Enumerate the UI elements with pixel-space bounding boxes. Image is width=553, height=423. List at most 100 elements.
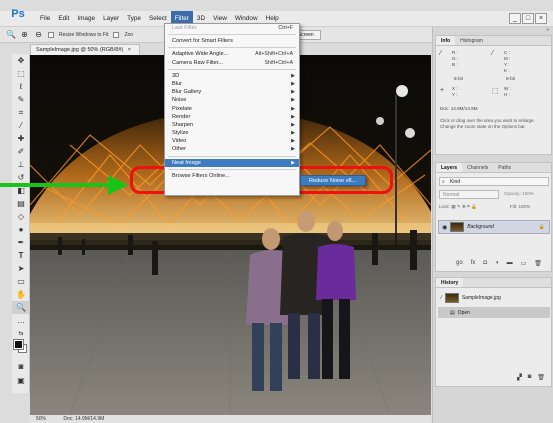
new-layer-icon[interactable]: ▭ — [521, 260, 527, 267]
menu-file[interactable]: File — [36, 11, 54, 27]
blur-tool-icon[interactable]: ◇ — [12, 210, 30, 223]
tools-panel: ✥ ⬚ ℓ ✎ ⌗ ⁄ ✚ ✐ ⊥ ↺ ◧ ▤ ◇ ● ✒ T ➤ ▭ ✋ 🔍 … — [12, 54, 30, 393]
swap-colors-icon[interactable]: ⇆ — [12, 327, 30, 340]
zoom-tool-icon[interactable]: 🔍 — [6, 30, 16, 39]
brush-tool-icon[interactable]: ✐ — [12, 145, 30, 158]
history-snapshot-name: SampleImage.jpg — [461, 294, 501, 301]
menu-layer[interactable]: Layer — [99, 11, 123, 27]
filter-menu-item-pixelate[interactable]: Pixelate ▶ — [165, 105, 299, 113]
eyedropper-tool-icon[interactable]: ⁄ — [12, 119, 30, 132]
move-tool-icon[interactable]: ✥ — [12, 54, 30, 67]
minimize-button[interactable]: _ — [509, 13, 521, 24]
blend-mode-select[interactable]: Normal — [439, 190, 499, 199]
submenu-arrow-icon: ▶ — [291, 72, 295, 79]
pen-tool-icon[interactable]: ✒ — [12, 236, 30, 249]
menu-separator — [168, 47, 296, 49]
snapshot-thumbnail — [444, 292, 459, 303]
type-tool-icon[interactable]: T — [12, 249, 30, 262]
menu-item-shortcut: Shift+Ctrl+A — [264, 59, 293, 66]
menu-item-label: Pixelate — [172, 105, 192, 112]
info-bit-right: 8-bit — [506, 76, 515, 81]
fx-icon[interactable]: fx — [471, 260, 476, 267]
visibility-eye-icon[interactable]: ◉ — [442, 224, 447, 231]
menu-item-label: Sharpen — [172, 121, 194, 128]
submenu-arrow-icon: ▶ — [291, 105, 295, 112]
menu-type[interactable]: Type — [123, 11, 145, 27]
zoom-out-icon[interactable]: ⊖ — [34, 30, 43, 39]
marquee-tool-icon[interactable]: ⬚ — [12, 67, 30, 80]
zoom-in-icon[interactable]: ⊕ — [20, 30, 29, 39]
opacity-value[interactable]: 100% — [522, 191, 534, 196]
crop-tool-icon[interactable]: ⌗ — [12, 106, 30, 119]
filter-menu-item-convert-for-smart-filters[interactable]: Convert for Smart Filters — [165, 37, 299, 45]
filter-menu-item-sharpen[interactable]: Sharpen ▶ — [165, 121, 299, 129]
layer-filter-kind[interactable]: ⌕ Kind — [439, 177, 549, 186]
tab-layers[interactable]: Layers — [436, 163, 463, 172]
dodge-tool-icon[interactable]: ● — [12, 223, 30, 236]
foreground-color-swatch[interactable] — [13, 339, 24, 350]
menu-edit[interactable]: Edit — [54, 11, 73, 27]
history-step-open[interactable]: ▤ Open — [438, 307, 550, 318]
filter-menu-item-blur-gallery[interactable]: Blur Gallery ▶ — [165, 88, 299, 96]
close-button[interactable]: × — [535, 13, 547, 24]
healing-tool-icon[interactable]: ✚ — [12, 132, 30, 145]
layer-row-background[interactable]: ◉ Background 🔒 — [438, 220, 550, 234]
resize-windows-checkbox[interactable] — [48, 31, 54, 38]
adjustment-icon[interactable]: ◑ — [495, 260, 499, 267]
tab-channels[interactable]: Channels — [462, 163, 493, 172]
filter-menu-item-3d[interactable]: 3D ▶ — [165, 72, 299, 80]
trash-icon[interactable]: 🗑 — [534, 260, 542, 267]
tab-info[interactable]: Info — [436, 36, 456, 45]
menu-separator — [168, 168, 296, 170]
panel-collapse-icon[interactable]: » — [433, 27, 553, 35]
filter-menu-item-browse-filters-online[interactable]: Browse Filters Online... — [165, 172, 299, 180]
filter-menu-item-stylize[interactable]: Stylize ▶ — [165, 129, 299, 137]
fill-value[interactable]: 100% — [518, 204, 530, 209]
zoom-all-checkbox[interactable] — [113, 31, 120, 38]
history-brush-source-icon: ⁄ — [441, 294, 442, 301]
document-tab-close[interactable]: × — [128, 47, 131, 53]
menu-item-label: Neat Image — [172, 159, 201, 166]
trash-icon[interactable]: 🗑 — [537, 374, 545, 381]
group-icon[interactable]: ▬ — [507, 260, 513, 267]
history-snapshot-row[interactable]: ⁄ SampleImage.jpg — [438, 292, 550, 303]
zoom-all-label: Zoo — [124, 31, 134, 38]
filter-menu-item-blur[interactable]: Blur ▶ — [165, 80, 299, 88]
tab-history[interactable]: History — [436, 278, 464, 287]
layer-thumbnail — [450, 222, 465, 232]
hand-tool-icon[interactable]: ✋ — [12, 288, 30, 301]
tab-histogram[interactable]: Histogram — [455, 36, 488, 45]
history-footer: ▞ ◙ 🗑 — [517, 374, 545, 381]
more-tools-icon[interactable]: … — [12, 314, 30, 327]
menu-image[interactable]: Image — [73, 11, 99, 27]
zoom-tool-icon[interactable]: 🔍 — [12, 301, 30, 314]
restore-button[interactable]: □ — [522, 13, 534, 24]
mask-icon[interactable]: ◘ — [483, 260, 487, 267]
tab-paths[interactable]: Paths — [493, 163, 516, 172]
info-b-label: B : — [452, 62, 458, 67]
status-zoom[interactable]: 50% — [36, 416, 46, 422]
lasso-tool-icon[interactable]: ℓ — [12, 80, 30, 93]
document-tab[interactable]: SampleImage.jpg @ 50% (RGB/8#) × — [30, 44, 140, 55]
lock-icons[interactable]: ▦ ✎ ✥ ⌗ 🔒 — [451, 204, 476, 209]
filter-menu-item-noise[interactable]: Noise ▶ — [165, 96, 299, 104]
camera-icon[interactable]: ◙ — [528, 374, 532, 381]
menu-item-label: Adaptive Wide Angle... — [172, 51, 229, 58]
info-h-label: H : — [504, 92, 510, 97]
filter-menu-item-neat-image[interactable]: Neat Image ▶ — [165, 158, 299, 167]
filter-menu-item-adaptive-wide-angle[interactable]: Adaptive Wide Angle... Alt+Shift+Ctrl+A — [165, 50, 299, 58]
new-document-from-state-icon[interactable]: ▞ — [517, 374, 522, 381]
screen-mode-icon[interactable]: ▣ — [12, 374, 30, 387]
filter-menu-item-video[interactable]: Video ▶ — [165, 137, 299, 145]
quick-select-tool-icon[interactable]: ✎ — [12, 93, 30, 106]
shape-tool-icon[interactable]: ▭ — [12, 275, 30, 288]
menu-separator — [168, 34, 296, 36]
submenu-arrow-icon: ▶ — [291, 80, 295, 87]
filter-menu-item-other[interactable]: Other ▶ — [165, 145, 299, 153]
link-layers-icon[interactable]: go — [456, 260, 463, 267]
filter-menu-item-render[interactable]: Render ▶ — [165, 113, 299, 121]
path-select-tool-icon[interactable]: ➤ — [12, 262, 30, 275]
quick-mask-icon[interactable]: ◙ — [12, 360, 30, 373]
neat-image-submenu-reduce-noise[interactable]: Reduce Noise v8... — [300, 175, 366, 186]
filter-menu-item-camera-raw-filter[interactable]: Camera Raw Filter... Shift+Ctrl+A — [165, 59, 299, 67]
